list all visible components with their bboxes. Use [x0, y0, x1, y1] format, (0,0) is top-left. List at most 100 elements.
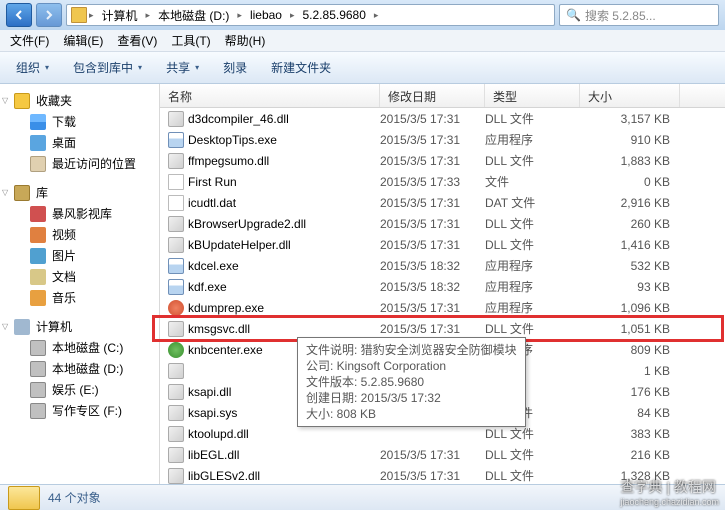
file-size: 532 KB [580, 259, 670, 273]
chevron-icon: ▸ [237, 10, 242, 21]
sidebar-item-videos[interactable]: 视频 [0, 224, 159, 245]
sidebar-item-recent[interactable]: 最近访问的位置 [0, 153, 159, 174]
file-size: 809 KB [580, 343, 670, 357]
file-name: ffmpegsumo.dll [188, 154, 269, 168]
file-name: ktoolupd.dll [188, 427, 249, 441]
breadcrumb-item[interactable]: 5.2.85.9680 [297, 8, 372, 22]
menu-tools[interactable]: 工具(T) [165, 32, 216, 49]
menu-file[interactable]: 文件(F) [4, 32, 55, 49]
file-name: First Run [188, 175, 237, 189]
file-date: 2015/3/5 17:31 [380, 322, 485, 336]
sidebar-item-pictures[interactable]: 图片 [0, 245, 159, 266]
breadcrumb-item[interactable]: liebao [244, 8, 288, 22]
sidebar-item-downloads[interactable]: 下载 [0, 111, 159, 132]
star-icon [14, 93, 30, 109]
sidebar-item-drive-d[interactable]: 本地磁盘 (D:) [0, 358, 159, 379]
sidebar-computer[interactable]: 计算机 [0, 316, 159, 337]
table-row[interactable]: kBUpdateHelper.dll2015/3/5 17:31DLL 文件1,… [160, 234, 725, 255]
column-headers: 名称 修改日期 类型 大小 [160, 84, 725, 108]
breadcrumb-item[interactable]: 本地磁盘 (D:) [152, 7, 235, 24]
table-row[interactable]: kdumprep.exe2015/3/5 17:31应用程序1,096 KB [160, 297, 725, 318]
sidebar-item-music[interactable]: 音乐 [0, 287, 159, 308]
file-type: 文件 [485, 173, 580, 190]
chevron-icon: ▸ [290, 10, 295, 21]
back-button[interactable] [6, 3, 32, 27]
library-icon [14, 185, 30, 201]
file-size: 1,883 KB [580, 154, 670, 168]
file-icon [168, 111, 184, 127]
toolbar: 组织 包含到库中 共享 刻录 新建文件夹 [0, 52, 725, 84]
breadcrumb[interactable]: ▸ 计算机 ▸ 本地磁盘 (D:) ▸ liebao ▸ 5.2.85.9680… [66, 4, 555, 26]
computer-icon [14, 319, 30, 335]
file-size: 910 KB [580, 133, 670, 147]
recent-icon [30, 156, 46, 172]
file-name: kdumprep.exe [188, 301, 264, 315]
burn-button[interactable]: 刻录 [215, 57, 255, 78]
sidebar-libraries[interactable]: 库 [0, 182, 159, 203]
menu-help[interactable]: 帮助(H) [219, 32, 272, 49]
file-size: 383 KB [580, 427, 670, 441]
file-icon [168, 363, 184, 379]
tooltip-version: 文件版本: 5.2.85.9680 [306, 374, 517, 390]
sidebar-item-drive-c[interactable]: 本地磁盘 (C:) [0, 337, 159, 358]
search-input[interactable]: 🔍 搜索 5.2.85... [559, 4, 719, 26]
sidebar-favorites[interactable]: 收藏夹 [0, 90, 159, 111]
music-icon [30, 290, 46, 306]
file-date: 2015/3/5 17:31 [380, 196, 485, 210]
forward-button[interactable] [36, 3, 62, 27]
sidebar-item-documents[interactable]: 文档 [0, 266, 159, 287]
table-row[interactable]: icudtl.dat2015/3/5 17:31DAT 文件2,916 KB [160, 192, 725, 213]
file-list[interactable]: d3dcompiler_46.dll2015/3/5 17:31DLL 文件3,… [160, 108, 725, 484]
sidebar-item-drive-f[interactable]: 写作专区 (F:) [0, 400, 159, 421]
table-row[interactable]: libEGL.dll2015/3/5 17:31DLL 文件216 KB [160, 444, 725, 465]
column-date[interactable]: 修改日期 [380, 84, 485, 107]
file-tooltip: 文件说明: 猎豹安全浏览器安全防御模块 公司: Kingsoft Corpora… [297, 337, 526, 427]
column-size[interactable]: 大小 [580, 84, 680, 107]
search-icon: 🔍 [566, 8, 581, 22]
sidebar-item-drive-e[interactable]: 娱乐 (E:) [0, 379, 159, 400]
file-type: DLL 文件 [485, 425, 580, 442]
sidebar-item-baofeng[interactable]: 暴风影视库 [0, 203, 159, 224]
file-icon [168, 468, 184, 484]
file-size: 1,416 KB [580, 238, 670, 252]
share-button[interactable]: 共享 [158, 57, 207, 78]
table-row[interactable]: kmsgsvc.dll2015/3/5 17:31DLL 文件1,051 KB [160, 318, 725, 339]
picture-icon [30, 248, 46, 264]
file-type: DLL 文件 [485, 446, 580, 463]
table-row[interactable]: kBrowserUpgrade2.dll2015/3/5 17:31DLL 文件… [160, 213, 725, 234]
file-type: 应用程序 [485, 131, 580, 148]
file-size: 2,916 KB [580, 196, 670, 210]
file-size: 176 KB [580, 385, 670, 399]
table-row[interactable]: DesktopTips.exe2015/3/5 17:31应用程序910 KB [160, 129, 725, 150]
titlebar: ▸ 计算机 ▸ 本地磁盘 (D:) ▸ liebao ▸ 5.2.85.9680… [0, 0, 725, 30]
include-library-button[interactable]: 包含到库中 [65, 57, 150, 78]
video-lib-icon [30, 206, 46, 222]
table-row[interactable]: ffmpegsumo.dll2015/3/5 17:31DLL 文件1,883 … [160, 150, 725, 171]
column-name[interactable]: 名称 [160, 84, 380, 107]
file-name: knbcenter.exe [188, 343, 263, 357]
organize-button[interactable]: 组织 [8, 57, 57, 78]
folder-icon [71, 7, 87, 23]
file-size: 1 KB [580, 364, 670, 378]
document-icon [30, 269, 46, 285]
file-icon [168, 174, 184, 190]
new-folder-button[interactable]: 新建文件夹 [263, 57, 339, 78]
table-row[interactable]: kdcel.exe2015/3/5 18:32应用程序532 KB [160, 255, 725, 276]
sidebar-item-desktop[interactable]: 桌面 [0, 132, 159, 153]
file-date: 2015/3/5 17:31 [380, 217, 485, 231]
table-row[interactable]: First Run2015/3/5 17:33文件0 KB [160, 171, 725, 192]
file-type: 应用程序 [485, 299, 580, 316]
breadcrumb-root[interactable]: 计算机 [96, 7, 144, 24]
drive-icon [30, 340, 46, 356]
search-placeholder: 搜索 5.2.85... [585, 7, 656, 24]
menubar: 文件(F) 编辑(E) 查看(V) 工具(T) 帮助(H) [0, 30, 725, 52]
menu-edit[interactable]: 编辑(E) [57, 32, 109, 49]
column-type[interactable]: 类型 [485, 84, 580, 107]
table-row[interactable]: d3dcompiler_46.dll2015/3/5 17:31DLL 文件3,… [160, 108, 725, 129]
file-icon [168, 300, 184, 316]
file-icon [168, 216, 184, 232]
table-row[interactable]: kdf.exe2015/3/5 18:32应用程序93 KB [160, 276, 725, 297]
drive-icon [30, 361, 46, 377]
file-size: 0 KB [580, 175, 670, 189]
menu-view[interactable]: 查看(V) [111, 32, 163, 49]
